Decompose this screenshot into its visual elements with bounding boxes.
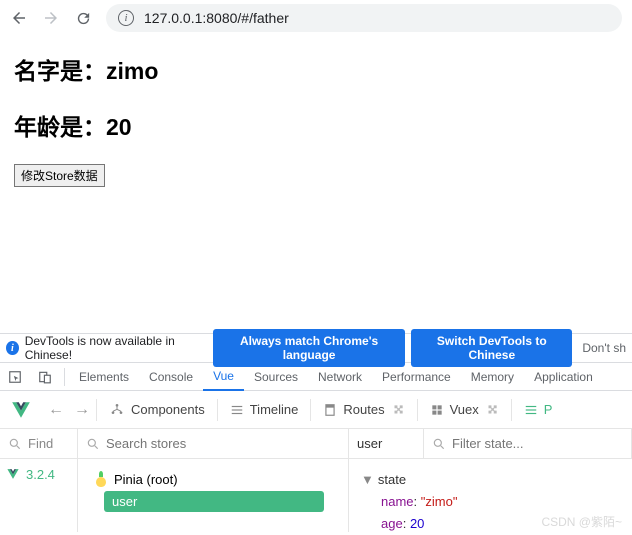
vue-logo-icon — [10, 399, 32, 421]
url-text: 127.0.0.1:8080/#/father — [144, 10, 289, 26]
vue-devtools-panels: 3.2.4 Pinia (root) user ▼state name: "zi… — [0, 459, 632, 532]
collapse-triangle-icon[interactable]: ▼ — [361, 472, 374, 487]
timeline-icon — [230, 403, 244, 417]
search-row: Find user — [0, 429, 632, 459]
filter-state-cell — [424, 429, 632, 458]
vue-devtools-bar: ← → Components Timeline Routes Vuex P — [0, 391, 632, 429]
page-content: 名字是：zimo 年龄是：20 修改Store数据 — [0, 36, 632, 203]
dont-show-link[interactable]: Don't sh — [578, 341, 626, 355]
vue-back-button[interactable]: ← — [48, 401, 64, 419]
state-group[interactable]: ▼state — [361, 469, 620, 491]
tab-memory[interactable]: Memory — [461, 363, 524, 391]
devtools-language-notice: i DevTools is now available in Chinese! … — [0, 333, 632, 363]
switch-language-button[interactable]: Switch DevTools to Chinese — [411, 329, 572, 367]
age-heading: 年龄是：20 — [14, 108, 618, 142]
vue-tab-pinia[interactable]: P — [512, 391, 565, 429]
pinia-root-item[interactable]: Pinia (root) — [90, 469, 336, 489]
search-icon — [432, 437, 446, 451]
vue-tab-routes[interactable]: Routes — [311, 391, 416, 429]
search-icon — [86, 437, 100, 451]
tab-application[interactable]: Application — [524, 363, 603, 391]
selected-store-label: user — [357, 436, 382, 451]
search-icon — [8, 437, 22, 451]
tab-elements[interactable]: Elements — [69, 363, 139, 391]
info-icon: i — [6, 341, 19, 355]
site-info-icon[interactable]: i — [118, 10, 134, 26]
routes-icon — [323, 403, 337, 417]
modify-store-button[interactable]: 修改Store数据 — [14, 164, 105, 187]
vue-tab-components[interactable]: Components — [97, 391, 217, 429]
plugin-icon — [391, 403, 405, 417]
vue-version[interactable]: 3.2.4 — [26, 467, 55, 482]
vue-tab-timeline[interactable]: Timeline — [218, 391, 311, 429]
always-match-button[interactable]: Always match Chrome's language — [213, 329, 405, 367]
stores-panel: Pinia (root) user — [78, 459, 349, 532]
tab-performance[interactable]: Performance — [372, 363, 461, 391]
state-panel: ▼state name: "zimo" age: 20 — [349, 459, 632, 532]
filter-state-input[interactable] — [452, 436, 623, 451]
vue-version-icon — [6, 467, 20, 481]
selected-store-cell: user — [349, 429, 424, 458]
plugin-icon — [485, 403, 499, 417]
pinia-tab-icon — [524, 403, 538, 417]
device-toggle-icon[interactable] — [38, 370, 52, 384]
browser-toolbar: i 127.0.0.1:8080/#/father — [0, 0, 632, 36]
tab-sources[interactable]: Sources — [244, 363, 308, 391]
pinia-icon — [94, 471, 108, 487]
reload-button[interactable] — [74, 9, 92, 27]
find-cell: Find — [0, 429, 78, 458]
address-bar[interactable]: i 127.0.0.1:8080/#/father — [106, 4, 622, 32]
vue-history-nav: ← → — [42, 401, 96, 419]
back-button[interactable] — [10, 9, 28, 27]
inspect-icon[interactable] — [8, 370, 22, 384]
notice-text: DevTools is now available in Chinese! — [25, 334, 207, 362]
store-user-item[interactable]: user — [104, 491, 324, 512]
vuex-icon — [430, 403, 444, 417]
vue-forward-button[interactable]: → — [74, 401, 90, 419]
tab-network[interactable]: Network — [308, 363, 372, 391]
apps-panel: 3.2.4 — [0, 459, 78, 532]
state-prop-name[interactable]: name: "zimo" — [361, 491, 620, 513]
name-heading: 名字是：zimo — [14, 52, 618, 86]
tab-vue[interactable]: Vue — [203, 363, 244, 391]
components-icon — [109, 402, 125, 418]
forward-button[interactable] — [42, 9, 60, 27]
vue-tab-vuex[interactable]: Vuex — [418, 391, 511, 429]
devtools-tabs: Elements Console Vue Sources Network Per… — [0, 363, 632, 391]
search-stores-input[interactable] — [106, 436, 340, 451]
search-stores-cell — [78, 429, 349, 458]
find-label: Find — [28, 436, 53, 451]
tab-console[interactable]: Console — [139, 363, 203, 391]
